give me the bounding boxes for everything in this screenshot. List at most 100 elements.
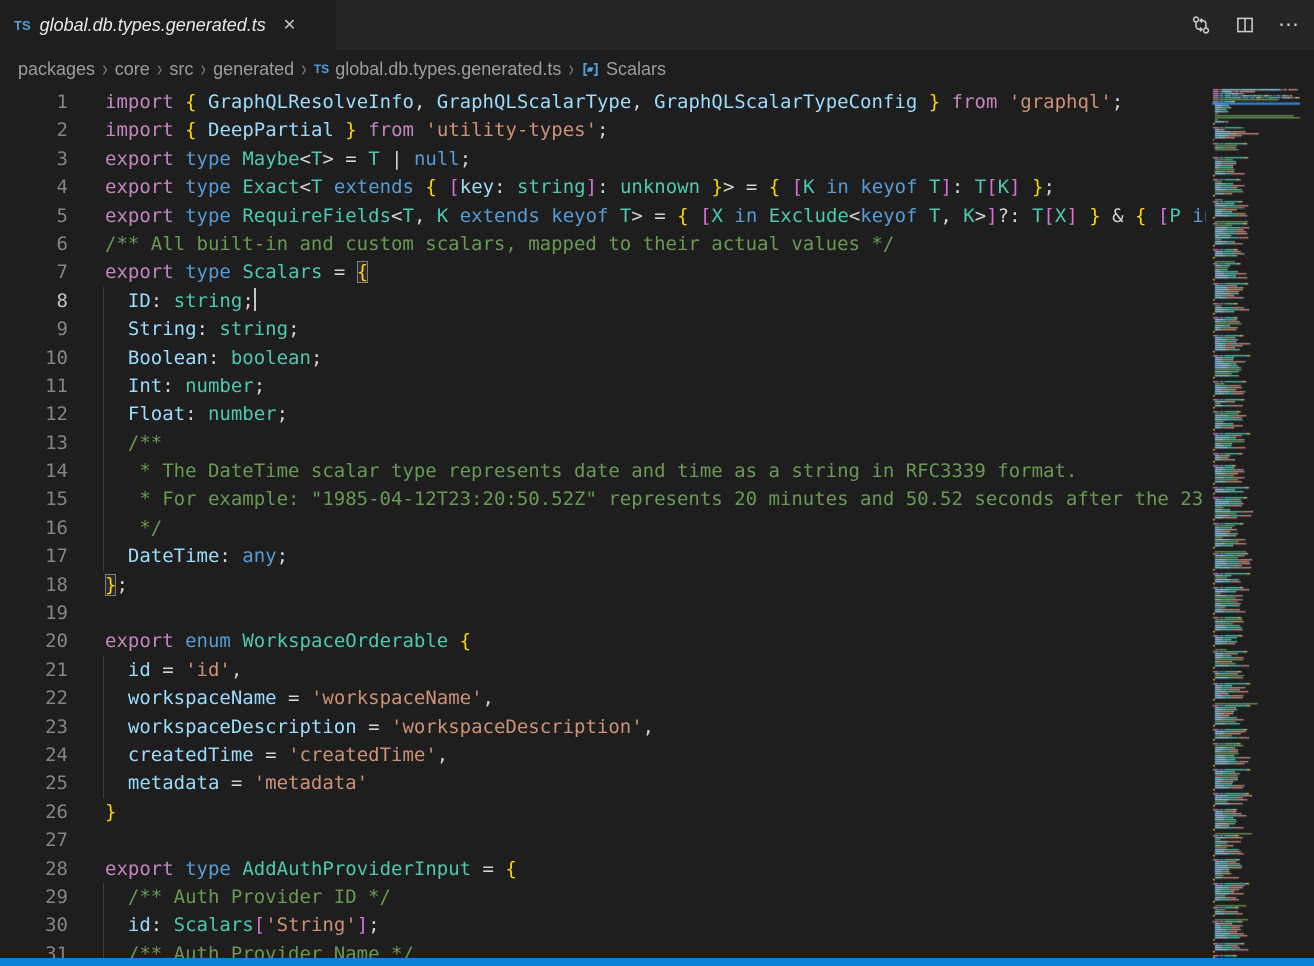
breadcrumb-item-packages[interactable]: packages xyxy=(18,59,95,80)
code-line-13[interactable]: 13 /** xyxy=(0,429,1206,457)
code-text: ID: string; xyxy=(68,287,1206,315)
typescript-file-icon: TS xyxy=(14,18,31,33)
line-number: 4 xyxy=(0,173,68,201)
code-line-23[interactable]: 23 workspaceDescription = 'workspaceDesc… xyxy=(0,713,1206,741)
code-line-25[interactable]: 25 metadata = 'metadata' xyxy=(0,769,1206,797)
code-text: id = 'id', xyxy=(68,656,1206,684)
line-number: 27 xyxy=(0,826,68,854)
code-text: }; xyxy=(68,571,1206,599)
line-number: 24 xyxy=(0,741,68,769)
code-line-17[interactable]: 17 DateTime: any; xyxy=(0,542,1206,570)
code-line-22[interactable]: 22 workspaceName = 'workspaceName', xyxy=(0,684,1206,712)
line-number: 6 xyxy=(0,230,68,258)
code-line-31[interactable]: 31 /** Auth Provider Name */ xyxy=(0,940,1206,958)
symbol-type-icon xyxy=(581,60,600,79)
code-line-30[interactable]: 30 id: Scalars['String']; xyxy=(0,911,1206,939)
bottom-accent-bar xyxy=(0,958,1314,966)
code-line-11[interactable]: 11 Int: number; xyxy=(0,372,1206,400)
breadcrumb-file-label: global.db.types.generated.ts xyxy=(335,59,561,80)
breadcrumb: packages›core›src›generated›TSglobal.db.… xyxy=(0,50,1314,88)
minimap[interactable] xyxy=(1212,88,1300,958)
editor-actions: ⋯ xyxy=(1184,0,1314,50)
code-text: id: Scalars['String']; xyxy=(68,911,1206,939)
code-line-20[interactable]: 20export enum WorkspaceOrderable { xyxy=(0,627,1206,655)
code-line-6[interactable]: 6/** All built-in and custom scalars, ma… xyxy=(0,230,1206,258)
code-line-3[interactable]: 3export type Maybe<T> = T | null; xyxy=(0,145,1206,173)
vertical-scrollbar[interactable] xyxy=(1300,88,1314,958)
split-editor-icon[interactable] xyxy=(1228,8,1262,42)
code-text: Int: number; xyxy=(68,372,1206,400)
code-text: export type Maybe<T> = T | null; xyxy=(68,145,1206,173)
close-tab-icon[interactable]: ✕ xyxy=(279,13,300,37)
code-text: /** All built-in and custom scalars, map… xyxy=(68,230,1206,258)
code-line-1[interactable]: 1import { GraphQLResolveInfo, GraphQLSca… xyxy=(0,88,1206,116)
code-text: String: string; xyxy=(68,315,1206,343)
code-line-29[interactable]: 29 /** Auth Provider ID */ xyxy=(0,883,1206,911)
code-line-24[interactable]: 24 createdTime = 'createdTime', xyxy=(0,741,1206,769)
code-text: Boolean: boolean; xyxy=(68,344,1206,372)
breadcrumb-item-generated[interactable]: generated xyxy=(213,59,294,80)
code-text xyxy=(68,826,1206,854)
code-editor[interactable]: 1import { GraphQLResolveInfo, GraphQLSca… xyxy=(0,88,1314,958)
code-text: metadata = 'metadata' xyxy=(68,769,1206,797)
code-line-14[interactable]: 14 * The DateTime scalar type represents… xyxy=(0,457,1206,485)
more-actions-icon[interactable]: ⋯ xyxy=(1272,8,1306,42)
code-line-7[interactable]: 7export type Scalars = { xyxy=(0,258,1206,286)
code-line-4[interactable]: 4export type Exact<T extends { [key: str… xyxy=(0,173,1206,201)
code-text: export type RequireFields<T, K extends k… xyxy=(68,202,1206,230)
code-line-15[interactable]: 15 * For example: "1985-04-12T23:20:50.5… xyxy=(0,485,1206,513)
code-text: workspaceDescription = 'workspaceDescrip… xyxy=(68,713,1206,741)
open-changes-icon[interactable] xyxy=(1184,8,1218,42)
line-number: 14 xyxy=(0,457,68,485)
code-line-10[interactable]: 10 Boolean: boolean; xyxy=(0,344,1206,372)
text-cursor xyxy=(254,288,256,311)
line-number: 15 xyxy=(0,485,68,513)
line-number: 2 xyxy=(0,116,68,144)
code-line-12[interactable]: 12 Float: number; xyxy=(0,400,1206,428)
breadcrumb-item-src[interactable]: src xyxy=(169,59,193,80)
line-number: 13 xyxy=(0,429,68,457)
breadcrumb-item-file[interactable]: TS global.db.types.generated.ts xyxy=(314,59,562,80)
code-text: export type Scalars = { xyxy=(68,258,1206,286)
tab-global-db-types-generated-ts[interactable]: TS global.db.types.generated.ts ✕ xyxy=(0,0,336,50)
code-line-16[interactable]: 16 */ xyxy=(0,514,1206,542)
line-number: 11 xyxy=(0,372,68,400)
code-text: DateTime: any; xyxy=(68,542,1206,570)
code-line-2[interactable]: 2import { DeepPartial } from 'utility-ty… xyxy=(0,116,1206,144)
code-text: } xyxy=(68,798,1206,826)
code-line-5[interactable]: 5export type RequireFields<T, K extends … xyxy=(0,202,1206,230)
line-number: 21 xyxy=(0,656,68,684)
breadcrumb-separator-icon: › xyxy=(200,56,206,83)
line-number: 1 xyxy=(0,88,68,116)
breadcrumb-item-symbol[interactable]: Scalars xyxy=(581,59,666,80)
line-number: 22 xyxy=(0,684,68,712)
code-text: export enum WorkspaceOrderable { xyxy=(68,627,1206,655)
line-number: 18 xyxy=(0,571,68,599)
code-text: workspaceName = 'workspaceName', xyxy=(68,684,1206,712)
line-number: 30 xyxy=(0,911,68,939)
line-number: 12 xyxy=(0,400,68,428)
code-line-9[interactable]: 9 String: string; xyxy=(0,315,1206,343)
breadcrumb-item-core[interactable]: core xyxy=(115,59,150,80)
breadcrumb-separator-icon: › xyxy=(301,56,307,83)
code-line-19[interactable]: 19 xyxy=(0,599,1206,627)
line-number: 7 xyxy=(0,258,68,286)
line-number: 26 xyxy=(0,798,68,826)
line-number: 8 xyxy=(0,287,68,315)
breadcrumb-symbol-label: Scalars xyxy=(606,59,666,80)
code-line-28[interactable]: 28export type AddAuthProviderInput = { xyxy=(0,855,1206,883)
breadcrumb-separator-icon: › xyxy=(157,56,163,83)
code-line-26[interactable]: 26} xyxy=(0,798,1206,826)
code-text: */ xyxy=(68,514,1206,542)
line-number: 5 xyxy=(0,202,68,230)
code-line-21[interactable]: 21 id = 'id', xyxy=(0,656,1206,684)
code-text: createdTime = 'createdTime', xyxy=(68,741,1206,769)
line-number: 29 xyxy=(0,883,68,911)
code-line-8[interactable]: 8 ID: string; xyxy=(0,287,1206,315)
code-lines[interactable]: 1import { GraphQLResolveInfo, GraphQLSca… xyxy=(0,88,1206,958)
typescript-file-icon: TS xyxy=(314,62,329,76)
code-line-18[interactable]: 18}; xyxy=(0,571,1206,599)
code-line-27[interactable]: 27 xyxy=(0,826,1206,854)
code-text: export type Exact<T extends { [key: stri… xyxy=(68,173,1206,201)
code-text xyxy=(68,599,1206,627)
